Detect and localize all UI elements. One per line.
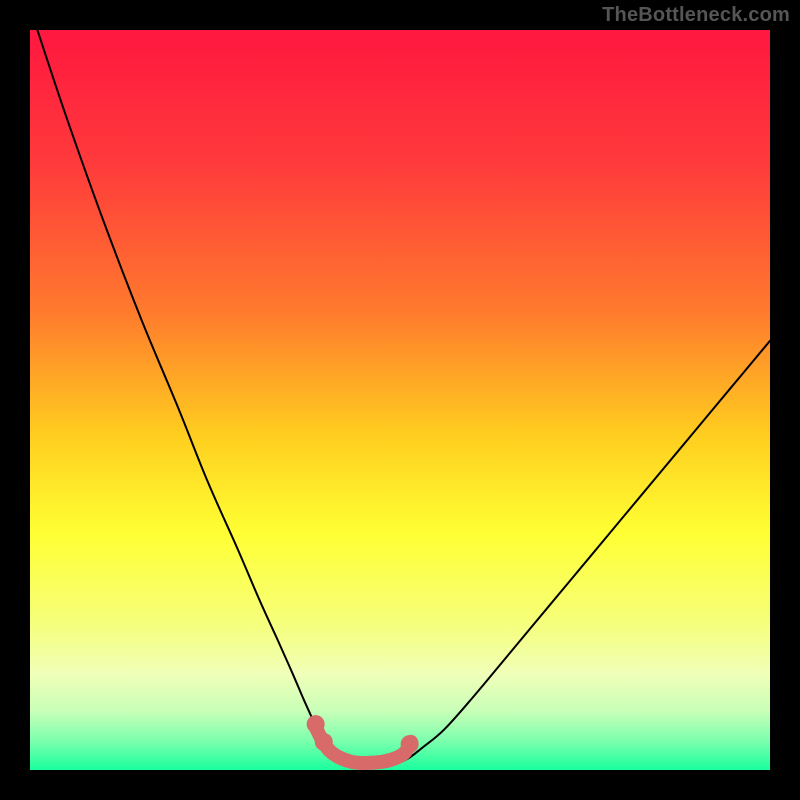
watermark-text: TheBottleneck.com	[602, 4, 790, 27]
chart-stage: TheBottleneck.com	[0, 0, 800, 800]
flat-dot	[315, 733, 333, 751]
bottleneck-chart	[0, 0, 800, 800]
flat-dot	[307, 715, 325, 733]
flat-dot	[401, 735, 419, 753]
gradient-background	[30, 30, 770, 770]
